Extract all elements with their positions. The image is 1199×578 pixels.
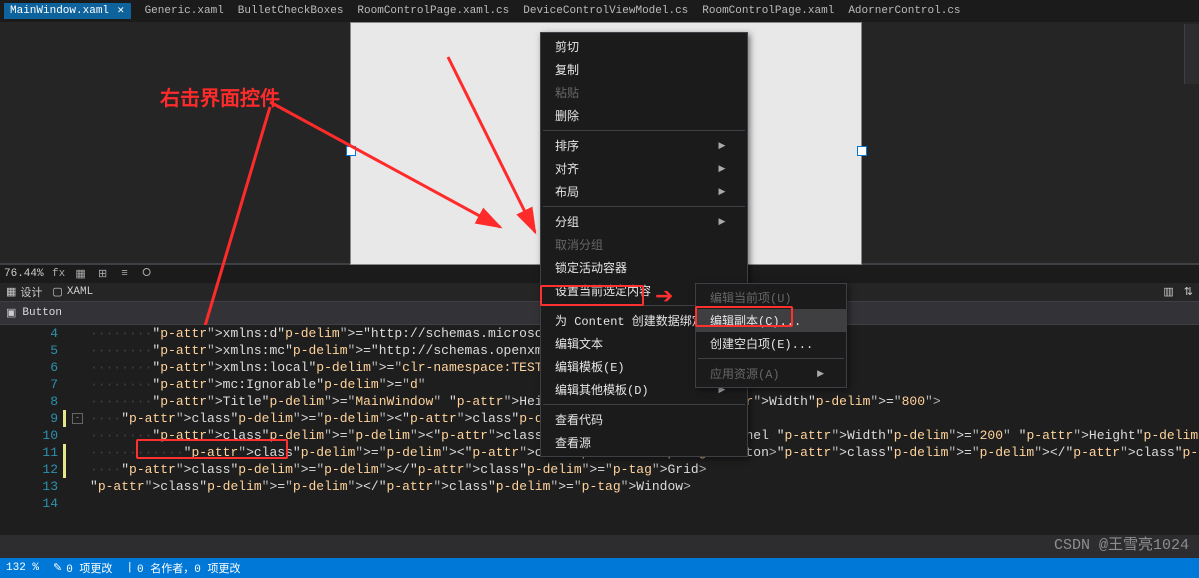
status-zoom[interactable]: 132 % [6, 562, 39, 574]
xaml-tab[interactable]: ▢ XAML [52, 285, 93, 299]
annotation-text: 右击界面控件 [160, 82, 280, 112]
tab-adorner[interactable]: AdornerControl.cs [848, 5, 960, 17]
solution-explorer-collapsed[interactable] [1184, 24, 1199, 84]
menu-item[interactable]: 排序▶ [541, 134, 747, 157]
menu-item: 粘贴 [541, 81, 747, 104]
tab-room-cs[interactable]: RoomControlPage.xaml.cs [357, 5, 509, 17]
tab-generic[interactable]: Generic.xaml [145, 5, 224, 17]
watermark: CSDN @王雪亮1024 [1054, 533, 1189, 554]
tab-device-vm[interactable]: DeviceControlViewModel.cs [523, 5, 688, 17]
split-vert-icon[interactable]: ▥ [1163, 285, 1173, 299]
menu-item[interactable]: 编辑副本(C)... [696, 309, 846, 332]
changes-icon[interactable]: ✎ 0 项更改 [53, 560, 112, 576]
menu-item[interactable]: 删除 [541, 104, 747, 127]
breadcrumb-icon: ▣ [6, 306, 16, 320]
menu-item[interactable]: 分组▶ [541, 210, 747, 233]
menu-item[interactable]: 布局▶ [541, 180, 747, 203]
breadcrumb-button[interactable]: Button [16, 307, 68, 319]
context-menu: 剪切复制粘贴删除排序▶对齐▶布局▶分组▶取消分组锁定活动容器设置当前选定内容▶为… [540, 32, 748, 457]
snap-icon[interactable]: ⊞ [96, 267, 110, 281]
zoom-level[interactable]: 76.44% [4, 268, 44, 280]
menu-item[interactable]: 剪切 [541, 35, 747, 58]
menu-item[interactable]: 查看代码 [541, 408, 747, 431]
menu-item[interactable]: 锁定活动容器 [541, 256, 747, 279]
selection-handle[interactable] [346, 146, 356, 156]
selection-handle[interactable] [857, 146, 867, 156]
menu-item[interactable]: 查看源 [541, 431, 747, 454]
menu-item: 编辑当前项(U) [696, 286, 846, 309]
lock-icon[interactable]: ⭘ [140, 267, 154, 281]
tab-bullet[interactable]: BulletCheckBoxes [238, 5, 344, 17]
split-swap-icon[interactable]: ⇅ [1184, 285, 1193, 299]
authors-icon[interactable]: | 0 名作者，0 项更改 [126, 560, 240, 576]
menu-item[interactable]: 复制 [541, 58, 747, 81]
tab-room-xaml[interactable]: RoomControlPage.xaml [702, 5, 834, 17]
document-tabs: MainWindow.xaml Generic.xaml BulletCheck… [0, 0, 1199, 22]
tab-mainwindow[interactable]: MainWindow.xaml [4, 3, 131, 19]
vline-icon[interactable]: ≡ [118, 267, 132, 281]
design-tab[interactable]: ▦ 设计 [6, 284, 42, 300]
edit-template-submenu: 编辑当前项(U)编辑副本(C)...创建空白项(E)... 应用资源(A)▶ [695, 283, 847, 388]
menu-item: 取消分组 [541, 233, 747, 256]
menu-item[interactable]: 对齐▶ [541, 157, 747, 180]
fx-icon[interactable]: fx [52, 267, 66, 281]
menu-item: 应用资源(A)▶ [696, 362, 846, 385]
status-bar: 132 % ✎ 0 项更改 | 0 名作者，0 项更改 [0, 558, 1199, 578]
grid-icon[interactable]: ▦ [74, 267, 88, 281]
menu-item[interactable]: 创建空白项(E)... [696, 332, 846, 355]
